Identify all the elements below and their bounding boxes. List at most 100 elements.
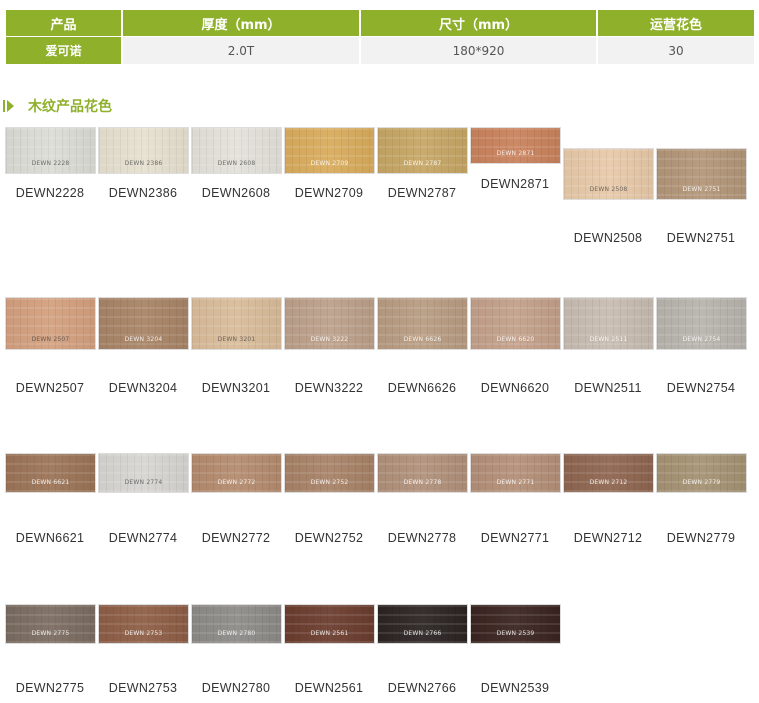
swatch-stamp: DEWN 2752	[310, 479, 349, 486]
swatch-image: DEWN 2507	[5, 297, 96, 350]
wood-grain-texture	[471, 128, 560, 163]
swatch-code: DEWN2753	[108, 681, 178, 695]
swatch-image: DEWN 3201	[191, 297, 282, 350]
swatch-code: DEWN2228	[15, 186, 85, 200]
swatch-code: DEWN3201	[201, 381, 271, 395]
wood-grain-texture	[378, 454, 467, 492]
wood-grain-texture	[657, 454, 746, 492]
swatch-stamp: DEWN 2539	[496, 630, 535, 637]
swatch-code: DEWN2751	[666, 231, 736, 245]
swatch-image: DEWN 3222	[284, 297, 375, 350]
swatch-stamp: DEWN 2751	[682, 186, 721, 193]
swatch-image: DEWN 2766	[377, 604, 468, 644]
swatch-code: DEWN2772	[201, 531, 271, 545]
swatch-code: DEWN2771	[480, 531, 550, 545]
swatch-code: DEWN2709	[294, 186, 364, 200]
swatch-stamp: DEWN 2771	[496, 479, 535, 486]
wood-grain-texture	[99, 605, 188, 643]
swatch-code: DEWN2871	[480, 177, 550, 191]
swatch-stamp: DEWN 3204	[124, 336, 163, 343]
swatch-code: DEWN2712	[573, 531, 643, 545]
swatch-code: DEWN2511	[574, 381, 642, 395]
swatch-code: DEWN2608	[201, 186, 271, 200]
swatch-image: DEWN 2780	[191, 604, 282, 644]
swatch-stamp: DEWN 2709	[310, 160, 349, 167]
wood-grain-texture	[471, 605, 560, 643]
swatch-stamp: DEWN 2712	[589, 479, 628, 486]
swatch-grid: DEWN 2228 DEWN2228 DEWN 2386 DEWN2386 DEWN 2…	[0, 0, 759, 703]
swatch-code: DEWN2774	[108, 531, 178, 545]
swatch-stamp: DEWN 2780	[217, 630, 256, 637]
swatch-stamp: DEWN 2787	[403, 160, 442, 167]
swatch-image: DEWN 6626	[377, 297, 468, 350]
swatch-image: DEWN 6620	[470, 297, 561, 350]
swatch-code: DEWN2780	[201, 681, 271, 695]
swatch-code: DEWN6621	[15, 531, 85, 545]
swatch-stamp: DEWN 6626	[403, 336, 442, 343]
swatch-image: DEWN 2561	[284, 604, 375, 644]
swatch-code: DEWN6620	[480, 381, 550, 395]
swatch-code: DEWN3204	[108, 381, 178, 395]
swatch-image: DEWN 2228	[5, 127, 96, 174]
swatch-code: DEWN2779	[666, 531, 736, 545]
swatch-image: DEWN 2511	[563, 297, 654, 350]
swatch-stamp: DEWN 2778	[403, 479, 442, 486]
wood-grain-texture	[285, 605, 374, 643]
swatch-image: DEWN 2775	[5, 604, 96, 644]
swatch-code: DEWN2766	[387, 681, 457, 695]
swatch-code: DEWN2752	[294, 531, 364, 545]
wood-grain-texture	[285, 454, 374, 492]
wood-grain-texture	[192, 605, 281, 643]
wood-grain-texture	[6, 605, 95, 643]
swatch-image: DEWN 2778	[377, 453, 468, 493]
swatch-image: DEWN 2754	[656, 297, 747, 350]
swatch-stamp: DEWN 2772	[217, 479, 256, 486]
swatch-code: DEWN2539	[480, 681, 550, 695]
swatch-stamp: DEWN 2561	[310, 630, 349, 637]
swatch-code: DEWN2386	[108, 186, 178, 200]
wood-grain-texture	[378, 605, 467, 643]
swatch-image: DEWN 2508	[563, 148, 654, 200]
swatch-image: DEWN 2787	[377, 127, 468, 174]
swatch-image: DEWN 2753	[98, 604, 189, 644]
swatch-image: DEWN 2608	[191, 127, 282, 174]
wood-grain-texture	[6, 454, 95, 492]
swatch-code: DEWN2775	[15, 681, 85, 695]
swatch-image: DEWN 2712	[563, 453, 654, 493]
wood-grain-texture	[471, 454, 560, 492]
swatch-image: DEWN 2772	[191, 453, 282, 493]
swatch-image: DEWN 3204	[98, 297, 189, 350]
swatch-stamp: DEWN 2779	[682, 479, 721, 486]
swatch-code: DEWN2561	[294, 681, 364, 695]
swatch-stamp: DEWN 2766	[403, 630, 442, 637]
swatch-code: DEWN2754	[666, 381, 736, 395]
swatch-image: DEWN 2709	[284, 127, 375, 174]
swatch-stamp: DEWN 2753	[124, 630, 163, 637]
wood-grain-texture	[564, 454, 653, 492]
wood-grain-texture	[192, 454, 281, 492]
swatch-stamp: DEWN 2511	[589, 336, 628, 343]
swatch-image: DEWN 2752	[284, 453, 375, 493]
swatch-stamp: DEWN 2507	[31, 336, 70, 343]
swatch-code: DEWN3222	[294, 381, 364, 395]
swatch-stamp: DEWN 2754	[682, 336, 721, 343]
wood-grain-texture	[99, 454, 188, 492]
swatch-code: DEWN2778	[387, 531, 457, 545]
swatch-stamp: DEWN 2871	[496, 150, 535, 157]
swatch-code: DEWN6626	[387, 381, 457, 395]
swatch-stamp: DEWN 6620	[496, 336, 535, 343]
swatch-stamp: DEWN 2508	[589, 186, 628, 193]
swatch-code: DEWN2508	[573, 231, 643, 245]
swatch-stamp: DEWN 3222	[310, 336, 349, 343]
swatch-image: DEWN 2386	[98, 127, 189, 174]
swatch-code: DEWN2507	[15, 381, 85, 395]
swatch-stamp: DEWN 3201	[217, 336, 256, 343]
swatch-stamp: DEWN 2386	[124, 160, 163, 167]
swatch-stamp: DEWN 2228	[31, 160, 70, 167]
swatch-code: DEWN2787	[387, 186, 457, 200]
swatch-image: DEWN 2871	[470, 127, 561, 164]
swatch-stamp: DEWN 2608	[217, 160, 256, 167]
swatch-image: DEWN 2539	[470, 604, 561, 644]
swatch-image: DEWN 6621	[5, 453, 96, 493]
swatch-stamp: DEWN 2774	[124, 479, 163, 486]
